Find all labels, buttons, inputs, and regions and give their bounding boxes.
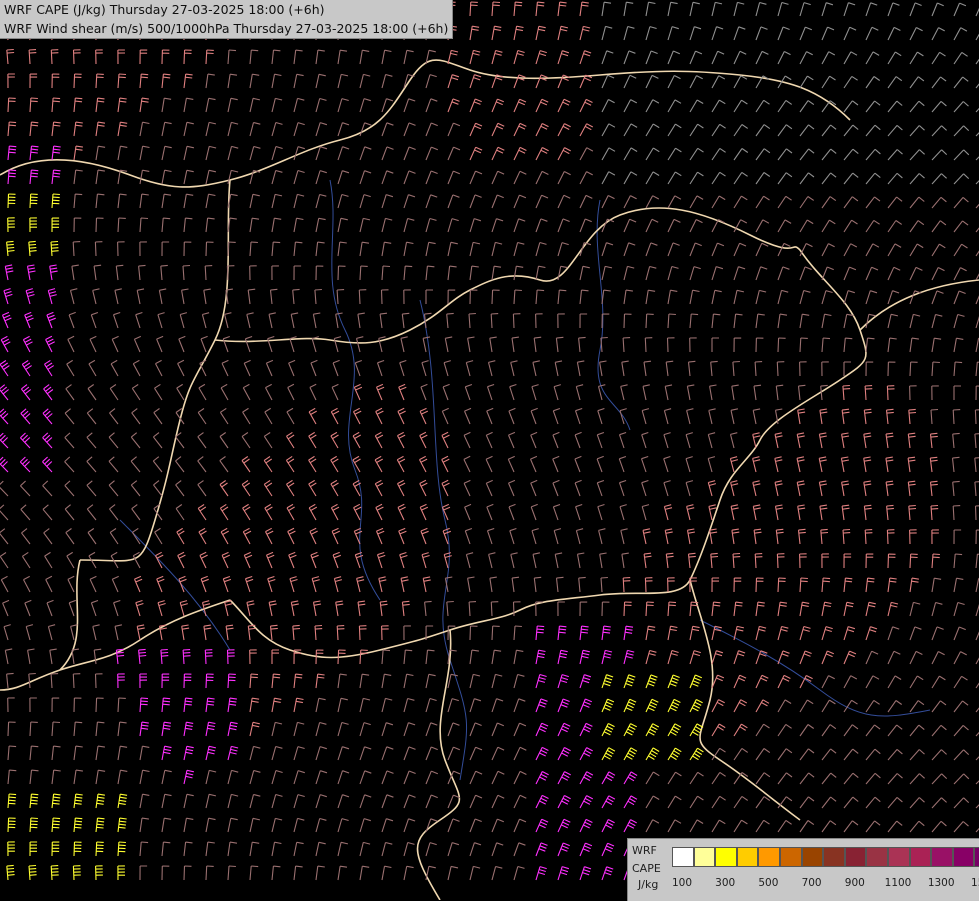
- map-title-box: WRF CAPE (J/kg) Thursday 27-03-2025 18:0…: [0, 0, 453, 39]
- legend-swatch: [758, 847, 780, 867]
- legend-tick: 300: [715, 877, 735, 889]
- legend-swatch: [802, 847, 824, 867]
- legend-tick: 900: [845, 877, 865, 889]
- legend-swatch: [888, 847, 910, 867]
- legend-label-field: CAPE: [632, 863, 661, 875]
- legend-swatch: [672, 847, 694, 867]
- cape-legend: WRF CAPE J/kg 100 300 500 700 900 1100 1300 150…: [627, 838, 979, 901]
- legend-swatch: [866, 847, 888, 867]
- legend-swatch: [780, 847, 802, 867]
- legend-color-scale: [672, 847, 979, 867]
- legend-swatch: [931, 847, 953, 867]
- legend-tick: 1500: [971, 877, 979, 889]
- weather-map: [0, 0, 979, 900]
- title-wind-shear: WRF Wind shear (m/s) 500/1000hPa Thursda…: [4, 19, 448, 38]
- legend-tick-labels: 100 300 500 700 900 1100 1300 1500: [672, 877, 976, 891]
- legend-label-model: WRF: [632, 845, 657, 857]
- legend-swatch: [715, 847, 737, 867]
- legend-tick: 700: [802, 877, 822, 889]
- legend-tick: 1300: [928, 877, 955, 889]
- legend-swatch: [974, 847, 979, 867]
- legend-tick: 100: [672, 877, 692, 889]
- legend-swatch: [823, 847, 845, 867]
- legend-swatch: [694, 847, 716, 867]
- legend-tick: 500: [758, 877, 778, 889]
- legend-swatch: [953, 847, 975, 867]
- legend-swatch: [737, 847, 759, 867]
- legend-label-unit: J/kg: [638, 879, 658, 891]
- title-cape: WRF CAPE (J/kg) Thursday 27-03-2025 18:0…: [4, 0, 448, 19]
- legend-swatch: [845, 847, 867, 867]
- legend-tick: 1100: [885, 877, 912, 889]
- legend-swatch: [910, 847, 932, 867]
